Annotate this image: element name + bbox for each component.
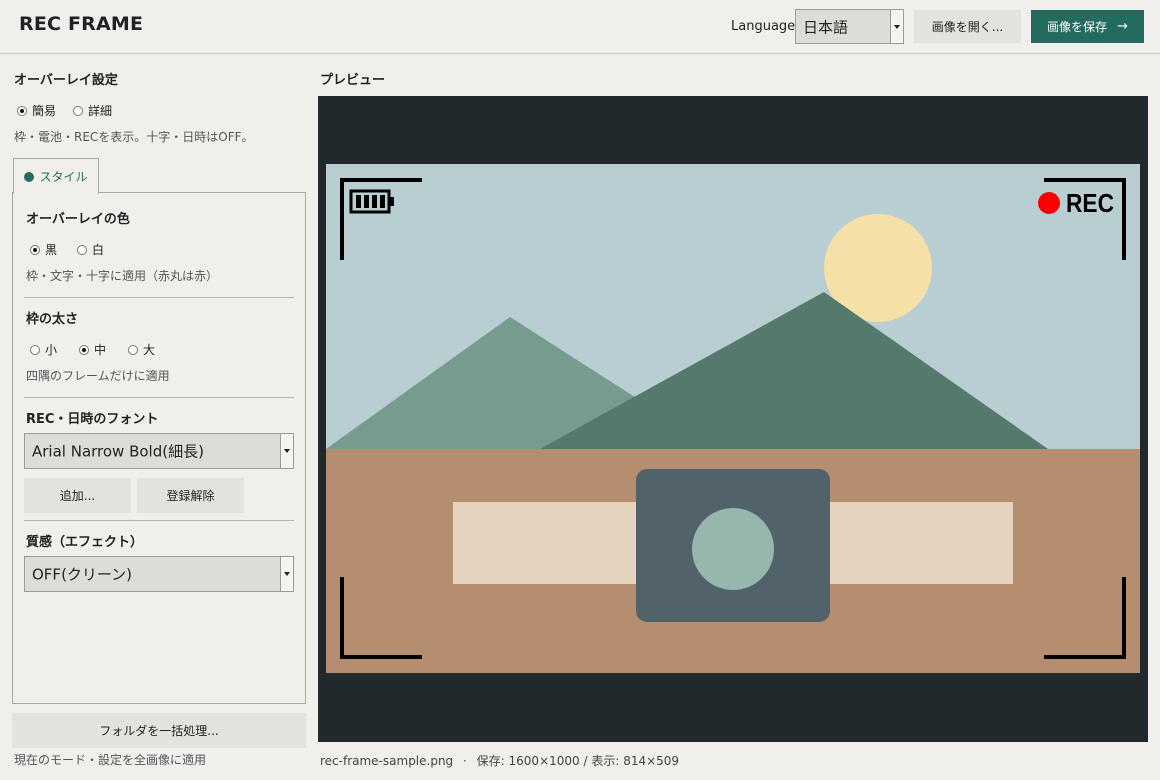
effect-select-value: OFF(クリーン)	[32, 565, 133, 584]
mode-simple-radio[interactable]: 簡易	[17, 102, 56, 119]
mode-hint: 枠・電池・RECを表示。十字・日時はOFF。	[14, 130, 254, 144]
font-title: REC・日時のフォント	[26, 412, 159, 427]
preview-info: rec-frame-sample.png · 保存: 1600×1000 / 表…	[320, 752, 679, 769]
color-white-label: 白	[92, 243, 105, 257]
radio-checked-icon	[30, 244, 40, 255]
preview-title: プレビュー	[320, 73, 386, 88]
thickness-radio-group: 小 中 大	[30, 341, 155, 358]
thickness-medium-radio[interactable]: 中	[79, 341, 106, 358]
chevron-down-icon	[280, 434, 293, 468]
add-font-button[interactable]: 追加...	[24, 478, 131, 513]
preview-image: REC	[326, 164, 1140, 673]
tab-style-label: スタイル	[39, 170, 88, 184]
chevron-down-icon	[890, 10, 903, 43]
tab-dot-icon	[24, 171, 35, 182]
thickness-small-label: 小	[45, 343, 58, 357]
unregister-font-button[interactable]: 登録解除	[137, 478, 244, 513]
thickness-medium-label: 中	[94, 343, 107, 357]
font-select[interactable]: Arial Narrow Bold(細長)	[24, 433, 294, 469]
language-select[interactable]: 日本語	[795, 9, 904, 44]
thickness-large-radio[interactable]: 大	[128, 341, 155, 358]
frame-thickness-title: 枠の太さ	[26, 312, 79, 327]
chevron-down-icon	[280, 557, 293, 591]
thickness-hint: 四隅のフレームだけに適用	[26, 369, 170, 383]
thickness-large-label: 大	[143, 343, 156, 357]
mode-radio-group: 簡易 詳細	[17, 102, 112, 119]
mode-detail-radio[interactable]: 詳細	[73, 102, 112, 119]
overlay-color-title: オーバーレイの色	[26, 212, 130, 227]
preview-filename: rec-frame-sample.png	[320, 754, 454, 768]
divider	[24, 397, 294, 398]
app-title: REC FRAME	[19, 13, 144, 35]
divider	[24, 520, 294, 521]
batch-process-button[interactable]: フォルダを一括処理...	[12, 713, 306, 748]
language-label: Language	[731, 19, 796, 34]
color-black-label: 黒	[45, 243, 58, 257]
rec-label: REC	[1066, 188, 1114, 218]
mode-simple-label: 簡易	[32, 104, 57, 118]
save-image-button[interactable]: 画像を保存 →	[1031, 10, 1144, 43]
arrow-right-icon: →	[1117, 19, 1128, 34]
save-image-label: 画像を保存	[1047, 20, 1108, 34]
radio-unchecked-icon	[77, 244, 88, 255]
language-select-value: 日本語	[803, 18, 849, 36]
radio-unchecked-icon	[30, 344, 40, 355]
font-select-value: Arial Narrow Bold(細長)	[32, 442, 204, 461]
camera-lens	[692, 508, 774, 590]
info-separator: ·	[463, 754, 467, 768]
open-image-button[interactable]: 画像を開く...	[914, 10, 1021, 43]
thickness-small-radio[interactable]: 小	[30, 341, 57, 358]
color-radio-group: 黒 白	[30, 241, 104, 258]
radio-unchecked-icon	[73, 105, 84, 116]
batch-hint: 現在のモード・設定を全画像に適用	[14, 753, 207, 767]
radio-checked-icon	[17, 105, 27, 116]
color-black-radio[interactable]: 黒	[30, 241, 57, 258]
effect-title: 質感（エフェクト）	[26, 535, 144, 550]
effect-select[interactable]: OFF(クリーン)	[24, 556, 294, 592]
mode-detail-label: 詳細	[88, 104, 113, 118]
rec-dot-icon	[1038, 192, 1060, 214]
preview-dimensions: 保存: 1600×1000 / 表示: 814×509	[476, 754, 680, 768]
tab-style[interactable]: スタイル	[13, 158, 99, 194]
radio-unchecked-icon	[128, 344, 139, 355]
app-header: REC FRAME Language 日本語 画像を開く... 画像を保存 →	[0, 0, 1160, 54]
overlay-settings-title: オーバーレイ設定	[14, 73, 118, 88]
color-white-radio[interactable]: 白	[77, 241, 104, 258]
color-hint: 枠・文字・十字に適用（赤丸は赤）	[26, 269, 219, 283]
divider	[24, 297, 294, 298]
radio-checked-icon	[79, 344, 90, 355]
